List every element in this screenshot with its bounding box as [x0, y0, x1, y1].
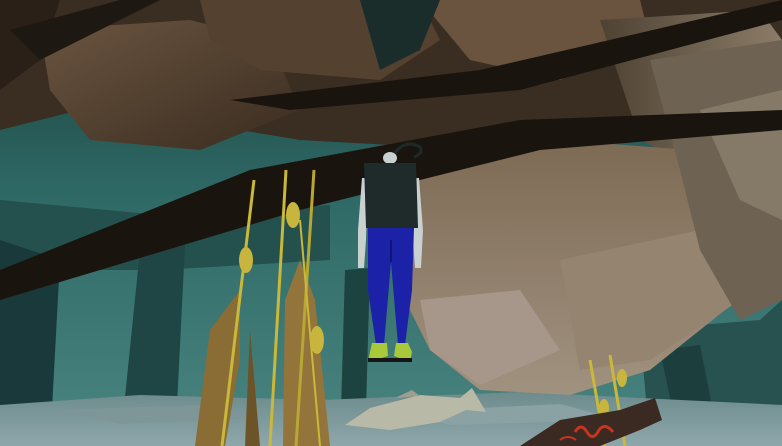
diver-vest: [364, 163, 418, 228]
kelp-bulb: [310, 326, 324, 354]
kelp-bulb: [239, 247, 253, 273]
kelp-bulb: [286, 202, 300, 228]
diver-head: [383, 152, 397, 164]
game-viewport[interactable]: [0, 0, 782, 446]
kelp-bulb: [617, 369, 627, 387]
